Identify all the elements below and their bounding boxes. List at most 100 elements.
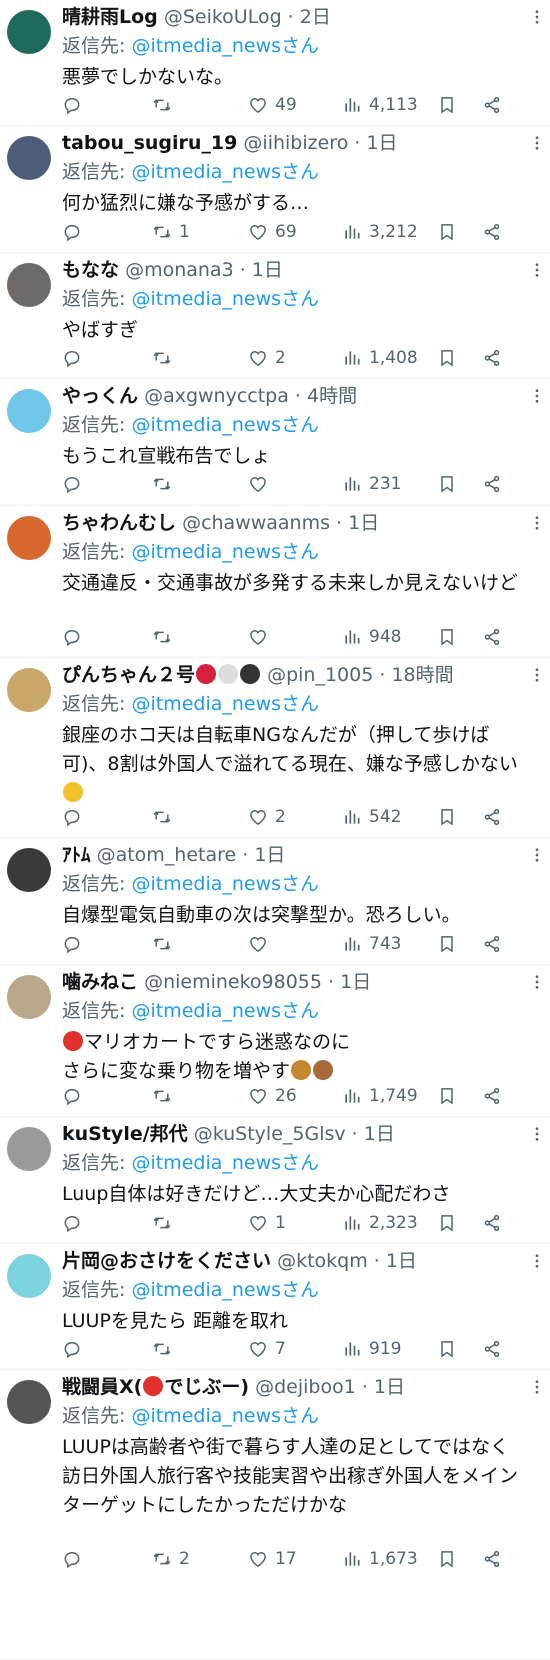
mention-handle[interactable]: @itmedia_news: [131, 414, 281, 436]
mention-handle[interactable]: @itmedia_news: [131, 873, 281, 895]
mention-handle[interactable]: @itmedia_news: [131, 1152, 281, 1174]
tweet[interactable]: 噛みねこ @niemineko98055 · 1日 返信先: @itmedia_n…: [0, 965, 550, 1117]
tweet[interactable]: ぴんちゃん２号 @pin_1005 · 18時間 返信先: @itmedia_ne…: [0, 658, 550, 838]
bookmark-button[interactable]: [437, 622, 457, 652]
retweet-button[interactable]: [152, 1081, 179, 1111]
avatar[interactable]: [7, 10, 51, 54]
mention-suffix[interactable]: さん: [281, 1000, 319, 1022]
mention-handle[interactable]: @itmedia_news: [131, 1000, 281, 1022]
mention-link[interactable]: @itmedia_newsさん: [131, 35, 319, 57]
display-name-suffix[interactable]: でじぶー): [164, 1376, 249, 1398]
like-button[interactable]: 2: [248, 802, 286, 832]
more-icon[interactable]: [528, 387, 546, 405]
more-icon[interactable]: [528, 666, 546, 684]
user-handle[interactable]: @dejiboo1: [255, 1376, 356, 1398]
tweet[interactable]: ｱﾄﾑ @atom_hetare · 1日 返信先: @itmedia_newsさ…: [0, 838, 550, 965]
bookmark-button[interactable]: [437, 929, 457, 959]
avatar[interactable]: [7, 975, 51, 1019]
mention-suffix[interactable]: さん: [281, 35, 319, 57]
mention-link[interactable]: @itmedia_newsさん: [131, 541, 319, 563]
mention-handle[interactable]: @itmedia_news: [131, 541, 281, 563]
mention-link[interactable]: @itmedia_newsさん: [131, 1279, 319, 1301]
reply-button[interactable]: [62, 217, 89, 247]
share-button[interactable]: [482, 1334, 502, 1364]
timestamp[interactable]: 1日: [254, 844, 285, 866]
mention-handle[interactable]: @itmedia_news: [131, 1405, 281, 1427]
views-button[interactable]: 948: [342, 622, 401, 652]
bookmark-button[interactable]: [437, 90, 457, 120]
avatar[interactable]: [7, 136, 51, 180]
avatar[interactable]: [7, 389, 51, 433]
mention-suffix[interactable]: さん: [281, 1405, 319, 1427]
more-icon[interactable]: [528, 514, 546, 532]
mention-handle[interactable]: @itmedia_news: [131, 288, 281, 310]
display-name[interactable]: 戦闘員X(: [62, 1376, 142, 1398]
mention-link[interactable]: @itmedia_newsさん: [131, 693, 319, 715]
timestamp[interactable]: 1日: [348, 512, 379, 534]
display-name[interactable]: kuStyle/邦代: [62, 1123, 188, 1145]
tweet[interactable]: kuStyle/邦代 @kuStyle_5Glsv · 1日 返信先: @itme…: [0, 1117, 550, 1244]
views-button[interactable]: 1,673: [342, 1544, 418, 1574]
views-button[interactable]: 4,113: [342, 90, 418, 120]
retweet-button[interactable]: [152, 929, 179, 959]
share-button[interactable]: [482, 929, 502, 959]
mention-suffix[interactable]: さん: [281, 1279, 319, 1301]
timestamp[interactable]: 4時間: [307, 385, 357, 407]
share-button[interactable]: [482, 469, 502, 499]
views-button[interactable]: 1,408: [342, 343, 418, 373]
mention-link[interactable]: @itmedia_newsさん: [131, 873, 319, 895]
timestamp[interactable]: 1日: [366, 132, 397, 154]
retweet-button[interactable]: [152, 343, 179, 373]
retweet-button[interactable]: [152, 1334, 179, 1364]
retweet-button[interactable]: [152, 1208, 179, 1238]
mention-handle[interactable]: @itmedia_news: [131, 161, 281, 183]
bookmark-button[interactable]: [437, 1081, 457, 1111]
more-icon[interactable]: [528, 134, 546, 152]
tweet[interactable]: 晴耕雨Log @SeikoULog · 2日 返信先: @itmedia_news…: [0, 0, 550, 126]
user-handle[interactable]: @ktokqm: [277, 1250, 368, 1272]
mention-suffix[interactable]: さん: [281, 288, 319, 310]
bookmark-button[interactable]: [437, 217, 457, 247]
display-name[interactable]: ちゃわんむし: [62, 512, 176, 534]
views-button[interactable]: 3,212: [342, 217, 418, 247]
like-button[interactable]: 7: [248, 1334, 286, 1364]
display-name[interactable]: 噛みねこ: [62, 971, 138, 993]
share-button[interactable]: [482, 1081, 502, 1111]
bookmark-button[interactable]: [437, 1208, 457, 1238]
more-icon[interactable]: [528, 973, 546, 991]
retweet-button[interactable]: 1: [152, 217, 190, 247]
more-icon[interactable]: [528, 1378, 546, 1396]
reply-button[interactable]: [62, 802, 89, 832]
display-name[interactable]: ｱﾄﾑ: [62, 844, 91, 866]
bookmark-button[interactable]: [437, 343, 457, 373]
reply-button[interactable]: [62, 90, 89, 120]
reply-button[interactable]: [62, 622, 89, 652]
mention-suffix[interactable]: さん: [281, 693, 319, 715]
mention-suffix[interactable]: さん: [281, 161, 319, 183]
user-handle[interactable]: @chawwaanms: [182, 512, 330, 534]
share-button[interactable]: [482, 217, 502, 247]
retweet-button[interactable]: [152, 90, 179, 120]
mention-link[interactable]: @itmedia_newsさん: [131, 1405, 319, 1427]
tweet[interactable]: 片岡@おさけをください @ktokqm · 1日 返信先: @itmedia_ne…: [0, 1244, 550, 1370]
display-name[interactable]: もなな: [62, 259, 119, 281]
like-button[interactable]: 49: [248, 90, 297, 120]
like-button[interactable]: [248, 929, 275, 959]
timestamp[interactable]: 1日: [364, 1123, 395, 1145]
timestamp[interactable]: 1日: [340, 971, 371, 993]
tweet[interactable]: ちゃわんむし @chawwaanms · 1日 返信先: @itmedia_new…: [0, 506, 550, 658]
mention-link[interactable]: @itmedia_newsさん: [131, 161, 319, 183]
views-button[interactable]: 1,749: [342, 1081, 418, 1111]
views-button[interactable]: 231: [342, 469, 401, 499]
tweet[interactable]: tabou_sugiru_19 @iihibizero · 1日 返信先: @it…: [0, 126, 550, 253]
reply-button[interactable]: [62, 469, 89, 499]
user-handle[interactable]: @pin_1005: [267, 664, 373, 686]
display-name[interactable]: ぴんちゃん２号: [62, 664, 195, 686]
reply-button[interactable]: [62, 1081, 89, 1111]
timestamp[interactable]: 2日: [300, 6, 331, 28]
more-icon[interactable]: [528, 1252, 546, 1270]
reply-button[interactable]: [62, 1208, 89, 1238]
reply-button[interactable]: [62, 1544, 89, 1574]
reply-button[interactable]: [62, 929, 89, 959]
share-button[interactable]: [482, 622, 502, 652]
